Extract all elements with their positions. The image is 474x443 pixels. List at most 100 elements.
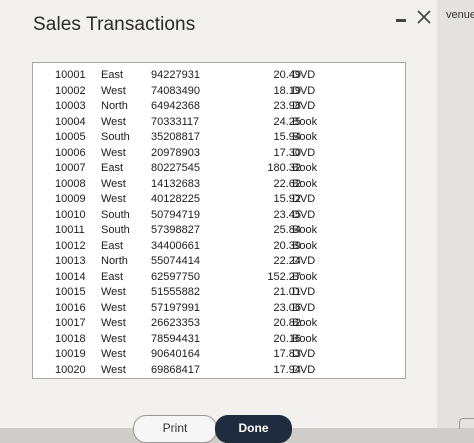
table-row: 10010 South 50794719 23.45 DVD bbox=[33, 209, 405, 224]
number-cell: 51555882 bbox=[151, 286, 200, 298]
table-row: 10017 West 26623353 20.82 Book bbox=[33, 317, 405, 332]
transaction-id-cell: 10019 bbox=[55, 348, 86, 360]
type-cell: DVD bbox=[292, 255, 316, 267]
dialog-title: Sales Transactions bbox=[33, 14, 196, 35]
done-button[interactable]: Done bbox=[215, 415, 292, 443]
transaction-id-cell: 10006 bbox=[55, 146, 86, 159]
table-row: 10015 West 51555882 21.01 DVD bbox=[33, 286, 405, 301]
transaction-id-cell: 10002 bbox=[55, 84, 86, 97]
transaction-id-cell: 10009 bbox=[55, 193, 86, 205]
transaction-id-cell: 10011 bbox=[55, 224, 85, 236]
transaction-id-cell: 10012 bbox=[55, 239, 86, 252]
transaction-id-cell: 10013 bbox=[55, 255, 86, 267]
type-cell: DVD bbox=[292, 363, 316, 376]
region-cell: West bbox=[101, 317, 126, 329]
region-cell: North bbox=[101, 255, 128, 267]
number-cell: 20978903 bbox=[151, 146, 200, 159]
table-row: 10002 West 74083490 18.19 DVD bbox=[33, 85, 405, 100]
type-cell: DVD bbox=[292, 84, 316, 97]
transaction-id-cell: 10007 bbox=[55, 162, 86, 174]
transaction-id-cell: 10004 bbox=[55, 115, 86, 128]
table-row: 10018 West 78594431 20.16 Book bbox=[33, 333, 405, 348]
table-row: 10008 West 14132683 22.62 Book bbox=[33, 178, 405, 193]
table-row: 10012 East 34400661 20.39 Book bbox=[33, 240, 405, 255]
region-cell: West bbox=[101, 115, 126, 128]
minimize-icon bbox=[396, 19, 406, 22]
close-icon bbox=[417, 10, 431, 24]
region-cell: West bbox=[101, 177, 126, 190]
transaction-id-cell: 10016 bbox=[55, 301, 86, 314]
table-row: 10009 West 40128225 15.92 DVD bbox=[33, 193, 405, 208]
number-cell: 62597750 bbox=[151, 270, 200, 283]
type-cell: Book bbox=[292, 115, 318, 128]
close-button[interactable] bbox=[414, 7, 434, 27]
type-cell: Book bbox=[292, 239, 318, 252]
table-row: 10011 South 57398827 25.84 Book bbox=[33, 224, 405, 239]
table-row: 10003 North 64942368 23.98 DVD bbox=[33, 100, 405, 115]
region-cell: West bbox=[101, 84, 126, 97]
region-cell: West bbox=[101, 286, 126, 298]
number-cell: 57197991 bbox=[151, 301, 200, 314]
background-panel-control bbox=[459, 418, 474, 429]
type-cell: DVD bbox=[292, 348, 316, 360]
table-row: 10019 West 90640164 17.83 DVD bbox=[33, 348, 405, 363]
number-cell: 74083490 bbox=[151, 84, 200, 97]
type-cell: DVD bbox=[292, 286, 316, 298]
transaction-id-cell: 10003 bbox=[55, 100, 86, 112]
type-cell: Book bbox=[292, 177, 318, 190]
region-cell: East bbox=[101, 69, 124, 81]
transaction-id-cell: 10020 bbox=[55, 363, 86, 376]
table-row: 10001 East 94227931 20.49 DVD bbox=[33, 69, 405, 84]
region-cell: West bbox=[101, 146, 126, 159]
table-row: 10013 North 55074414 22.24 DVD bbox=[33, 255, 405, 270]
transactions-table: 10001 East 94227931 20.49 DVD 10002 West 740834… bbox=[32, 62, 406, 379]
number-cell: 35208817 bbox=[151, 131, 200, 143]
print-button[interactable]: Print bbox=[133, 415, 217, 443]
table-row: 10004 West 70333117 24.25 Book bbox=[33, 116, 405, 131]
number-cell: 34400661 bbox=[151, 239, 200, 252]
type-cell: DVD bbox=[292, 146, 316, 159]
type-cell: DVD bbox=[292, 301, 316, 314]
number-cell: 14132683 bbox=[151, 177, 200, 190]
background-panel-label: venue bbox=[446, 9, 474, 21]
type-cell: DVD bbox=[292, 193, 316, 205]
region-cell: West bbox=[101, 363, 126, 376]
number-cell: 50794719 bbox=[151, 208, 200, 221]
transaction-id-cell: 10010 bbox=[55, 208, 86, 221]
table-row: 10020 West 69868417 17.94 DVD bbox=[33, 364, 405, 379]
transaction-id-cell: 10014 bbox=[55, 270, 86, 283]
transaction-id-cell: 10005 bbox=[55, 131, 86, 143]
transaction-id-cell: 10018 bbox=[55, 332, 86, 345]
transaction-id-cell: 10017 bbox=[55, 317, 86, 329]
number-cell: 40128225 bbox=[151, 193, 200, 205]
region-cell: West bbox=[101, 193, 126, 205]
number-cell: 78594431 bbox=[151, 332, 200, 345]
region-cell: West bbox=[101, 348, 126, 360]
table-row: 10007 East 80227545 180.32 Book bbox=[33, 162, 405, 177]
table-row: 10006 West 20978903 17.30 DVD bbox=[33, 147, 405, 162]
transaction-id-cell: 10008 bbox=[55, 177, 86, 190]
type-cell: Book bbox=[292, 224, 318, 236]
sales-transactions-dialog: Sales Transactions 10001 East 94227931 20.4… bbox=[0, 0, 438, 443]
number-cell: 90640164 bbox=[151, 348, 200, 360]
number-cell: 57398827 bbox=[151, 224, 200, 236]
region-cell: East bbox=[101, 239, 124, 252]
number-cell: 70333117 bbox=[151, 115, 200, 128]
number-cell: 26623353 bbox=[151, 317, 200, 329]
number-cell: 80227545 bbox=[151, 162, 200, 174]
background-panel bbox=[437, 0, 474, 428]
type-cell: Book bbox=[292, 317, 318, 329]
region-cell: North bbox=[101, 100, 128, 112]
region-cell: South bbox=[101, 131, 130, 143]
transaction-id-cell: 10015 bbox=[55, 286, 86, 298]
type-cell: Book bbox=[292, 270, 318, 283]
table-row: 10014 East 62597750 152.27 Book bbox=[33, 271, 405, 286]
region-cell: East bbox=[101, 162, 124, 174]
type-cell: DVD bbox=[292, 69, 316, 81]
number-cell: 69868417 bbox=[151, 363, 200, 376]
minimize-button[interactable] bbox=[393, 11, 411, 29]
region-cell: East bbox=[101, 270, 124, 283]
region-cell: South bbox=[101, 208, 130, 221]
type-cell: DVD bbox=[292, 208, 316, 221]
table-row: 10016 West 57197991 23.06 DVD bbox=[33, 302, 405, 317]
